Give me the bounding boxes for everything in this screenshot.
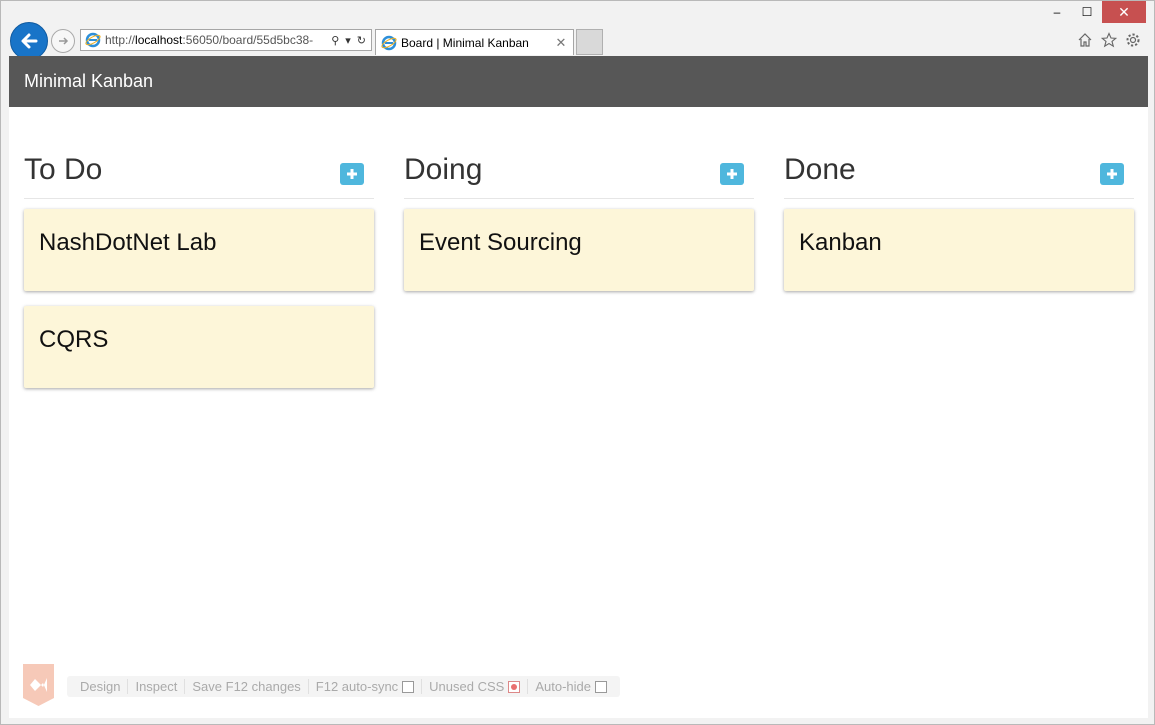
auto-hide-label: Auto-hide xyxy=(535,679,591,694)
url-text: http://localhost:56050/board/55d5bc38- xyxy=(105,33,314,47)
add-card-button[interactable] xyxy=(340,162,364,185)
add-card-button[interactable] xyxy=(720,162,744,185)
address-bar[interactable]: http://localhost:56050/board/55d5bc38- ⚲… xyxy=(80,29,372,51)
plus-icon xyxy=(727,168,737,179)
ie-logo-icon xyxy=(381,35,397,50)
column-todo: To Do NashDotNet Lab CQRS xyxy=(24,147,374,388)
plus-icon xyxy=(347,168,357,179)
forward-arrow-icon xyxy=(59,37,69,45)
search-icon[interactable]: ⚲ xyxy=(331,34,339,47)
close-icon[interactable]: ✕ xyxy=(1102,1,1146,23)
ie-logo-icon xyxy=(85,32,101,48)
column-header: To Do xyxy=(24,147,374,199)
card[interactable]: Kanban xyxy=(784,209,1134,291)
add-card-button[interactable] xyxy=(1100,162,1124,185)
maximize-icon[interactable]: ☐ xyxy=(1072,1,1102,23)
window-controls: – ☐ ✕ xyxy=(1042,1,1146,23)
column-header: Done xyxy=(784,147,1134,199)
column-title: Doing xyxy=(404,152,483,186)
f12-auto-sync-toggle[interactable]: F12 auto-sync xyxy=(309,679,423,694)
app-title[interactable]: Minimal Kanban xyxy=(24,71,153,92)
design-button[interactable]: Design xyxy=(73,679,129,694)
home-icon[interactable] xyxy=(1076,31,1094,49)
unused-css-indicator[interactable] xyxy=(508,680,521,693)
star-icon[interactable] xyxy=(1100,31,1118,49)
tab-title: Board | Minimal Kanban xyxy=(401,35,529,50)
card[interactable]: Event Sourcing xyxy=(404,209,754,291)
browser-link-toolbar: Design Inspect Save F12 changes F12 auto… xyxy=(67,676,620,697)
column-doing: Doing Event Sourcing xyxy=(404,147,754,388)
save-f12-changes-button[interactable]: Save F12 changes xyxy=(185,679,309,694)
new-tab-button[interactable] xyxy=(576,29,603,55)
inspect-button[interactable]: Inspect xyxy=(128,679,186,694)
back-button[interactable] xyxy=(10,22,48,60)
back-arrow-icon xyxy=(21,33,38,49)
f12-auto-sync-checkbox[interactable] xyxy=(402,680,415,693)
column-done: Done Kanban xyxy=(784,147,1134,388)
browser-window: – ☐ ✕ http://localhost:56050/board/55d5b… xyxy=(0,0,1155,725)
plus-icon xyxy=(1107,168,1117,179)
refresh-icon[interactable]: ↻ xyxy=(357,34,366,47)
forward-button[interactable] xyxy=(51,29,75,53)
column-title: To Do xyxy=(24,152,103,186)
column-header: Doing xyxy=(404,147,754,199)
browser-tab[interactable]: Board | Minimal Kanban ✕ xyxy=(375,29,574,55)
auto-hide-checkbox[interactable] xyxy=(594,680,607,693)
column-title: Done xyxy=(784,152,856,186)
minimize-icon[interactable]: – xyxy=(1042,1,1072,23)
f12-auto-sync-label: F12 auto-sync xyxy=(315,679,399,694)
browser-toolbar xyxy=(1076,31,1142,49)
dropdown-icon[interactable]: ▾ xyxy=(345,34,351,47)
unused-css-label: Unused CSS xyxy=(429,679,505,694)
page-viewport: Minimal Kanban To Do NashDotNet Lab CQRS… xyxy=(9,56,1148,718)
auto-hide-toggle[interactable]: Auto-hide xyxy=(528,679,614,694)
gear-icon[interactable] xyxy=(1124,31,1142,49)
visual-studio-logo-icon[interactable] xyxy=(21,664,56,706)
kanban-board: To Do NashDotNet Lab CQRS Doing Event So… xyxy=(9,147,1148,388)
tab-close-icon[interactable]: ✕ xyxy=(553,35,569,51)
card[interactable]: NashDotNet Lab xyxy=(24,209,374,291)
app-navbar: Minimal Kanban xyxy=(9,56,1148,107)
unused-css-toggle[interactable]: Unused CSS xyxy=(422,679,529,694)
card[interactable]: CQRS xyxy=(24,306,374,388)
